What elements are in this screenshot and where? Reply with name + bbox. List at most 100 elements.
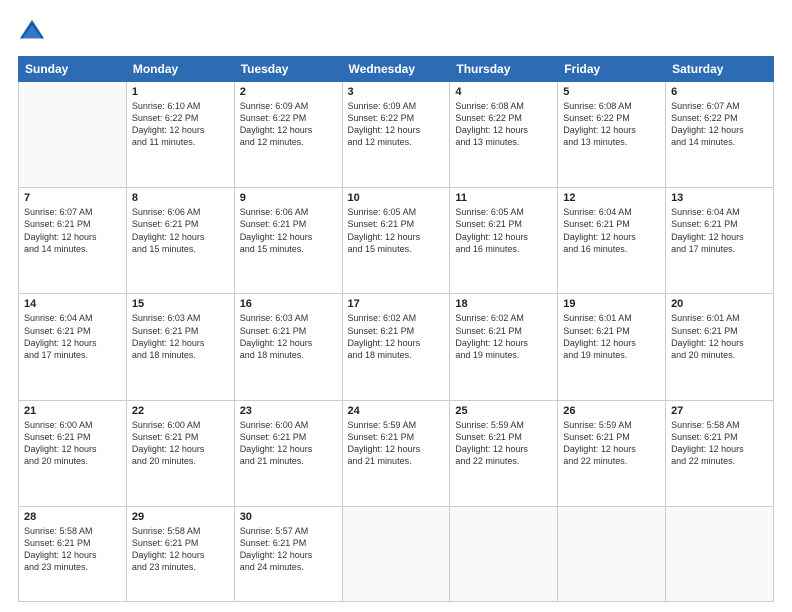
day-info: Sunrise: 6:04 AM Sunset: 6:21 PM Dayligh… (671, 206, 768, 255)
day-number: 2 (240, 86, 337, 98)
calendar-cell (342, 506, 450, 601)
calendar-cell: 18 Sunrise: 6:02 AM Sunset: 6:21 PM Dayli… (450, 294, 558, 400)
day-info: Sunrise: 5:58 AM Sunset: 6:21 PM Dayligh… (24, 525, 121, 574)
calendar-cell: 16Sunrise: 6:03 AM Sunset: 6:21 PM Dayli… (234, 294, 342, 400)
calendar-cell (19, 82, 127, 188)
day-info: Sunrise: 6:00 AM Sunset: 6:21 PM Dayligh… (24, 419, 121, 468)
day-info: Sunrise: 6:06 AM Sunset: 6:21 PM Dayligh… (240, 206, 337, 255)
calendar-cell: 19Sunrise: 6:01 AM Sunset: 6:21 PM Dayli… (558, 294, 666, 400)
day-header-sunday: Sunday (19, 57, 127, 82)
day-number: 8 (132, 192, 229, 204)
calendar-table: SundayMondayTuesdayWednesdayThursdayFrid… (18, 56, 774, 602)
calendar-cell: 2Sunrise: 6:09 AM Sunset: 6:22 PM Daylig… (234, 82, 342, 188)
week-row-3: 14 Sunrise: 6:04 AM Sunset: 6:21 PM Dayli… (19, 294, 774, 400)
calendar-cell: 10Sunrise: 6:05 AM Sunset: 6:21 PM Dayli… (342, 188, 450, 294)
day-number: 3 (348, 86, 445, 98)
logo-icon (18, 18, 46, 46)
calendar-cell: 7 Sunrise: 6:07 AM Sunset: 6:21 PM Daylig… (19, 188, 127, 294)
day-info: Sunrise: 6:04 AM Sunset: 6:21 PM Dayligh… (24, 312, 121, 361)
day-number: 1 (132, 86, 229, 98)
calendar-cell (450, 506, 558, 601)
header-row: SundayMondayTuesdayWednesdayThursdayFrid… (19, 57, 774, 82)
day-info: Sunrise: 5:58 AM Sunset: 6:21 PM Dayligh… (132, 525, 229, 574)
day-number: 29 (132, 511, 229, 523)
day-number: 6 (671, 86, 768, 98)
calendar-cell (666, 506, 774, 601)
day-number: 14 (24, 298, 121, 310)
day-info: Sunrise: 6:03 AM Sunset: 6:21 PM Dayligh… (132, 312, 229, 361)
day-number: 13 (671, 192, 768, 204)
header (18, 18, 774, 46)
calendar-cell: 8Sunrise: 6:06 AM Sunset: 6:21 PM Daylig… (126, 188, 234, 294)
day-header-monday: Monday (126, 57, 234, 82)
day-header-wednesday: Wednesday (342, 57, 450, 82)
day-header-thursday: Thursday (450, 57, 558, 82)
day-info: Sunrise: 6:10 AM Sunset: 6:22 PM Dayligh… (132, 100, 229, 149)
day-info: Sunrise: 6:02 AM Sunset: 6:21 PM Dayligh… (455, 312, 552, 361)
day-info: Sunrise: 5:59 AM Sunset: 6:21 PM Dayligh… (563, 419, 660, 468)
day-header-friday: Friday (558, 57, 666, 82)
calendar-cell: 29 Sunrise: 5:58 AM Sunset: 6:21 PM Dayli… (126, 506, 234, 601)
calendar-cell: 3 Sunrise: 6:09 AM Sunset: 6:22 PM Daylig… (342, 82, 450, 188)
calendar-cell: 24Sunrise: 5:59 AM Sunset: 6:21 PM Dayli… (342, 400, 450, 506)
day-number: 18 (455, 298, 552, 310)
day-info: Sunrise: 5:57 AM Sunset: 6:21 PM Dayligh… (240, 525, 337, 574)
day-number: 10 (348, 192, 445, 204)
calendar-cell (558, 506, 666, 601)
calendar-cell: 14 Sunrise: 6:04 AM Sunset: 6:21 PM Dayli… (19, 294, 127, 400)
day-info: Sunrise: 6:09 AM Sunset: 6:22 PM Dayligh… (348, 100, 445, 149)
day-info: Sunrise: 6:08 AM Sunset: 6:22 PM Dayligh… (455, 100, 552, 149)
day-header-tuesday: Tuesday (234, 57, 342, 82)
calendar-cell: 28 Sunrise: 5:58 AM Sunset: 6:21 PM Dayli… (19, 506, 127, 601)
page: SundayMondayTuesdayWednesdayThursdayFrid… (0, 0, 792, 612)
day-number: 16 (240, 298, 337, 310)
calendar-cell: 6Sunrise: 6:07 AM Sunset: 6:22 PM Daylig… (666, 82, 774, 188)
day-number: 15 (132, 298, 229, 310)
day-number: 22 (132, 405, 229, 417)
day-number: 28 (24, 511, 121, 523)
day-number: 25 (455, 405, 552, 417)
day-number: 17 (348, 298, 445, 310)
calendar-cell: 25 Sunrise: 5:59 AM Sunset: 6:21 PM Dayli… (450, 400, 558, 506)
calendar-cell: 12 Sunrise: 6:04 AM Sunset: 6:21 PM Dayli… (558, 188, 666, 294)
day-number: 26 (563, 405, 660, 417)
week-row-1: 1 Sunrise: 6:10 AM Sunset: 6:22 PM Daylig… (19, 82, 774, 188)
day-number: 23 (240, 405, 337, 417)
day-info: Sunrise: 6:02 AM Sunset: 6:21 PM Dayligh… (348, 312, 445, 361)
calendar-cell: 13 Sunrise: 6:04 AM Sunset: 6:21 PM Dayli… (666, 188, 774, 294)
day-number: 9 (240, 192, 337, 204)
day-number: 11 (455, 192, 552, 204)
day-number: 24 (348, 405, 445, 417)
week-row-5: 28 Sunrise: 5:58 AM Sunset: 6:21 PM Dayli… (19, 506, 774, 601)
day-number: 12 (563, 192, 660, 204)
calendar-cell: 1 Sunrise: 6:10 AM Sunset: 6:22 PM Daylig… (126, 82, 234, 188)
day-number: 4 (455, 86, 552, 98)
day-number: 7 (24, 192, 121, 204)
calendar-cell: 21Sunrise: 6:00 AM Sunset: 6:21 PM Dayli… (19, 400, 127, 506)
day-info: Sunrise: 6:00 AM Sunset: 6:21 PM Dayligh… (132, 419, 229, 468)
logo (18, 18, 50, 46)
day-info: Sunrise: 6:04 AM Sunset: 6:21 PM Dayligh… (563, 206, 660, 255)
day-info: Sunrise: 6:08 AM Sunset: 6:22 PM Dayligh… (563, 100, 660, 149)
calendar-cell: 26 Sunrise: 5:59 AM Sunset: 6:21 PM Dayli… (558, 400, 666, 506)
week-row-2: 7 Sunrise: 6:07 AM Sunset: 6:21 PM Daylig… (19, 188, 774, 294)
day-number: 20 (671, 298, 768, 310)
week-row-4: 21Sunrise: 6:00 AM Sunset: 6:21 PM Dayli… (19, 400, 774, 506)
calendar-cell: 11 Sunrise: 6:05 AM Sunset: 6:21 PM Dayli… (450, 188, 558, 294)
day-number: 30 (240, 511, 337, 523)
calendar-cell: 15 Sunrise: 6:03 AM Sunset: 6:21 PM Dayli… (126, 294, 234, 400)
calendar-cell: 27 Sunrise: 5:58 AM Sunset: 6:21 PM Dayli… (666, 400, 774, 506)
calendar-cell: 4 Sunrise: 6:08 AM Sunset: 6:22 PM Daylig… (450, 82, 558, 188)
calendar-cell: 23 Sunrise: 6:00 AM Sunset: 6:21 PM Dayli… (234, 400, 342, 506)
calendar-cell: 17 Sunrise: 6:02 AM Sunset: 6:21 PM Dayli… (342, 294, 450, 400)
day-info: Sunrise: 5:59 AM Sunset: 6:21 PM Dayligh… (455, 419, 552, 468)
day-number: 19 (563, 298, 660, 310)
calendar-cell: 30 Sunrise: 5:57 AM Sunset: 6:21 PM Dayli… (234, 506, 342, 601)
calendar-cell: 5Sunrise: 6:08 AM Sunset: 6:22 PM Daylig… (558, 82, 666, 188)
day-info: Sunrise: 6:07 AM Sunset: 6:21 PM Dayligh… (24, 206, 121, 255)
day-info: Sunrise: 6:05 AM Sunset: 6:21 PM Dayligh… (455, 206, 552, 255)
day-info: Sunrise: 5:58 AM Sunset: 6:21 PM Dayligh… (671, 419, 768, 468)
day-number: 27 (671, 405, 768, 417)
calendar-cell: 22 Sunrise: 6:00 AM Sunset: 6:21 PM Dayli… (126, 400, 234, 506)
day-info: Sunrise: 6:00 AM Sunset: 6:21 PM Dayligh… (240, 419, 337, 468)
